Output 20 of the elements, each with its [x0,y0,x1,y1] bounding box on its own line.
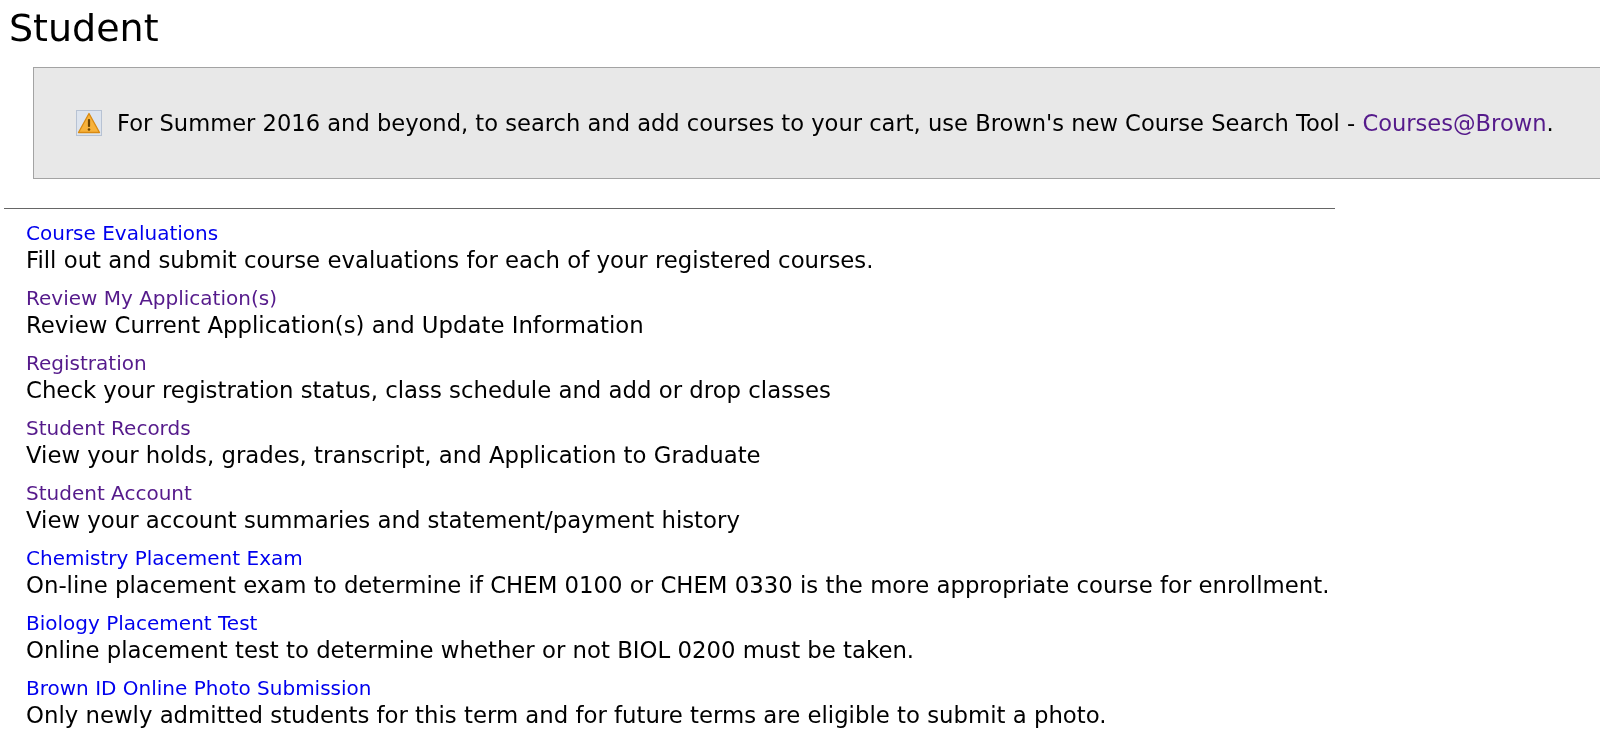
link-description: Fill out and submit course evaluations for each of your registered courses. [26,247,874,274]
menu-link[interactable]: Review My Application(s) [26,285,277,312]
link-description: Review Current Application(s) and Update Information [26,312,644,339]
menu-link[interactable]: Brown ID Online Photo Submission [26,675,372,702]
link-description: Only newly admitted students for this term and for future terms are eligible to submit a photo. [26,702,1107,729]
notice-text: For Summer 2016 and beyond, to search and add courses to your cart, use Brown's new Course Search Tool - Courses@Brown. [117,109,1554,137]
course-search-link[interactable]: Courses@Brown [1362,110,1547,136]
menu-link[interactable]: Registration [26,350,147,377]
menu-link[interactable]: Student Account [26,480,192,507]
link-description: On-line placement exam to determine if CHEM 0100 or CHEM 0330 is the more appropriate course for enrollment. [26,572,1330,599]
page-title: Student [9,5,159,51]
menu-link[interactable]: Student Records [26,415,191,442]
link-description: Check your registration status, class schedule and add or drop classes [26,377,831,404]
menu-link[interactable]: Course Evaluations [26,220,219,247]
menu-link[interactable]: Chemistry Placement Exam [26,545,303,572]
link-description: Online placement test to determine whether or not BIOL 0200 must be taken. [26,637,915,664]
menu-link[interactable]: Biology Placement Test [26,610,258,637]
link-description: View your holds, grades, transcript, and Application to Graduate [26,442,761,469]
link-description: View your account summaries and statement/payment history [26,507,740,534]
warning-icon [76,110,102,136]
